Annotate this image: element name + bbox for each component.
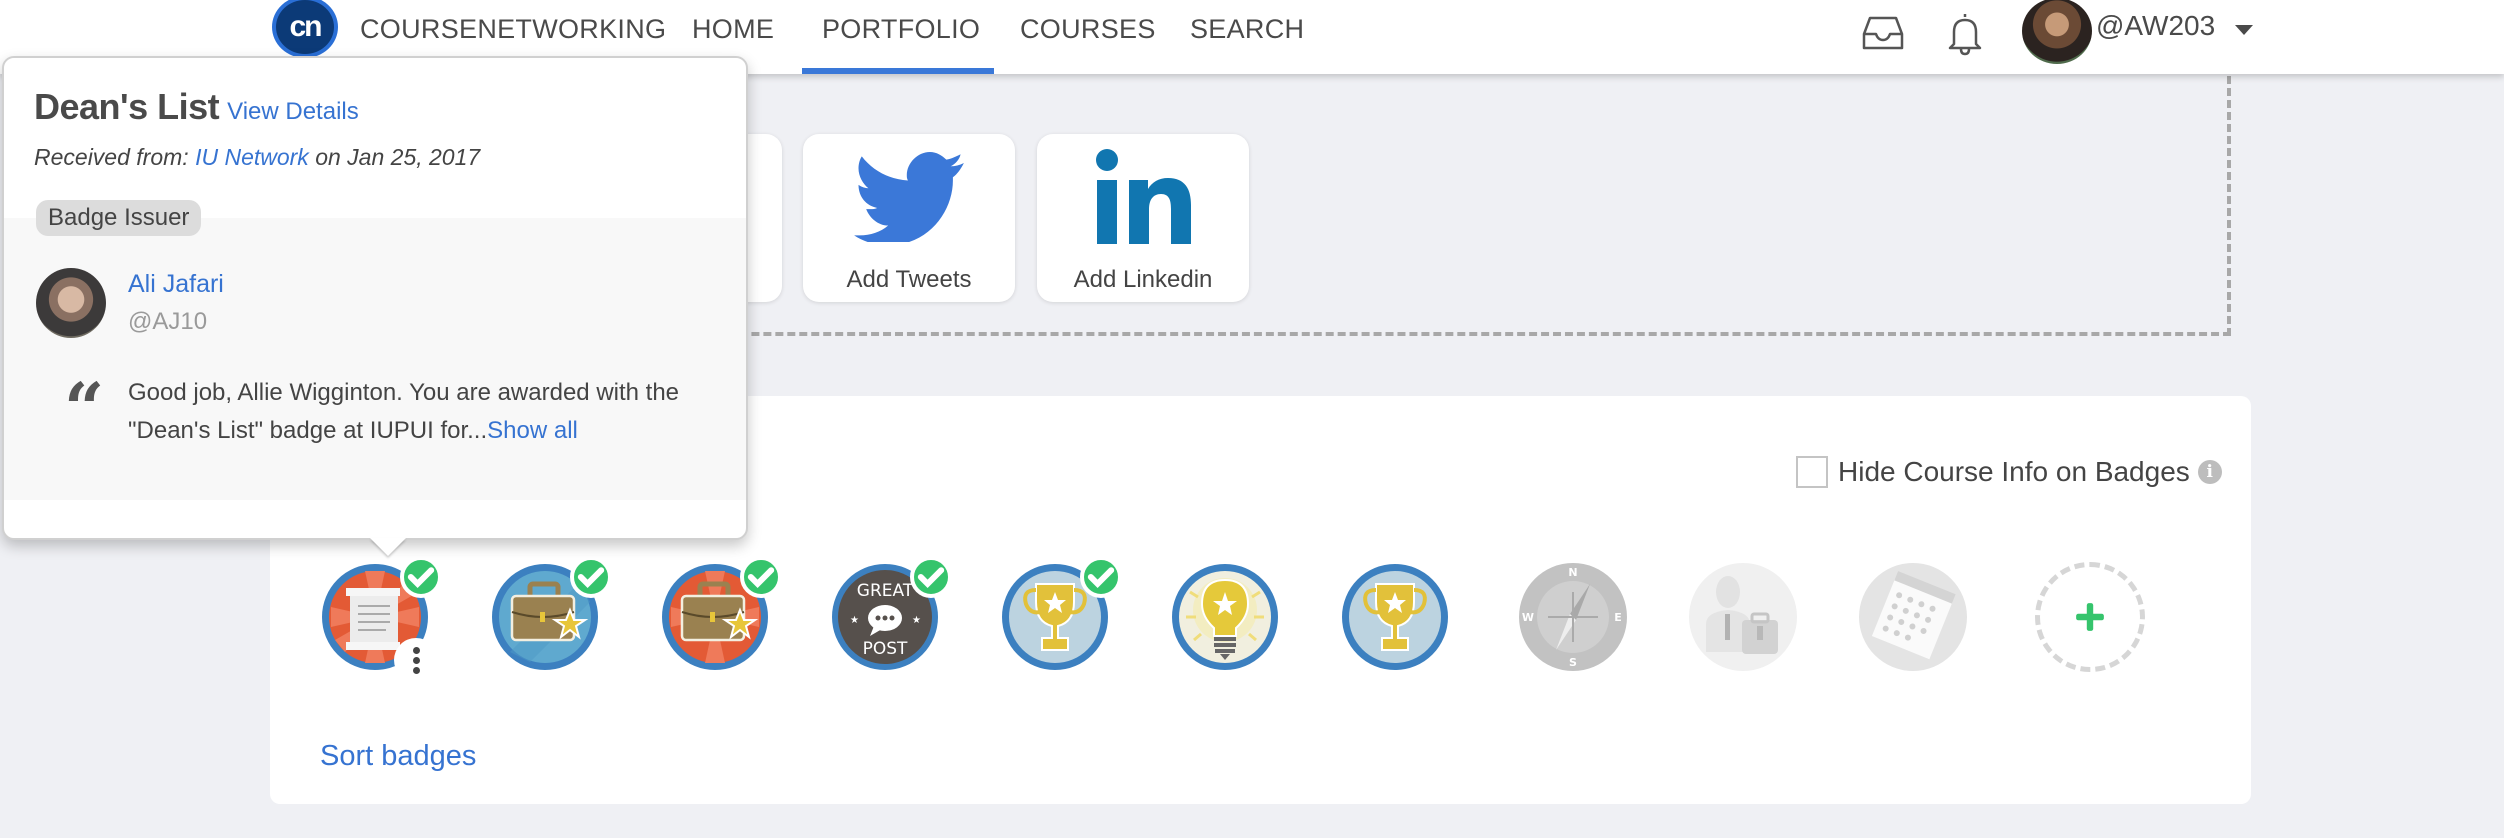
- add-tweets-label: Add Tweets: [846, 266, 972, 293]
- nav-portfolio[interactable]: PORTFOLIO: [822, 14, 980, 45]
- username[interactable]: @AW203: [2096, 10, 2215, 42]
- earned-check-icon: [400, 556, 442, 598]
- user-menu-caret-icon[interactable]: [2235, 25, 2253, 35]
- badge-professional-locked[interactable]: [1688, 562, 1798, 672]
- badge-deans-list[interactable]: [320, 556, 442, 682]
- received-info: Received from: IU Network on Jan 25, 201…: [34, 144, 480, 171]
- compass-badge-icon: N E S W: [1519, 563, 1627, 671]
- twitter-icon: [854, 152, 964, 242]
- compass-e: E: [1614, 611, 1622, 624]
- earned-check-icon: [910, 556, 952, 598]
- add-linkedin-tile[interactable]: Add Linkedin: [1037, 134, 1249, 302]
- earned-check-icon: [570, 556, 612, 598]
- add-linkedin-label: Add Linkedin: [1073, 266, 1213, 293]
- issuer-handle: @AJ10: [128, 308, 208, 335]
- lightbulb-badge-icon: [1172, 564, 1278, 670]
- nav-courses[interactable]: COURSES: [1020, 14, 1156, 45]
- add-badge-button[interactable]: [2035, 562, 2145, 672]
- award-message-text: Good job, Allie Wigginton. You are award…: [128, 379, 680, 444]
- badge-calendar-locked[interactable]: [1858, 562, 1968, 672]
- great-text: GREAT: [857, 581, 914, 601]
- svg-text:★: ★: [850, 615, 859, 626]
- compass-w: W: [1522, 611, 1534, 624]
- badge-idea[interactable]: [1170, 562, 1280, 672]
- badge-issuer-tag: Badge Issuer: [36, 200, 202, 236]
- earned-check-icon: [740, 556, 782, 598]
- hide-course-info-toggle[interactable]: Hide Course Info on Badges i: [1796, 456, 2222, 488]
- linkedin-icon: [1096, 149, 1191, 244]
- received-date: on Jan 25, 2017: [308, 144, 481, 170]
- sort-badges-link[interactable]: Sort badges: [320, 740, 476, 773]
- award-message: Good job, Allie Wigginton. You are award…: [128, 374, 708, 450]
- plus-icon: [2076, 603, 2104, 631]
- user-avatar[interactable]: [2022, 0, 2092, 64]
- inbox-icon[interactable]: [1858, 8, 1908, 58]
- nav-coursenetworking[interactable]: COURSENETWORKING: [360, 14, 666, 45]
- hide-course-info-checkbox[interactable]: [1796, 456, 1828, 488]
- popover-body: [4, 218, 746, 500]
- active-tab-indicator: [802, 68, 994, 74]
- coursenetworking-logo[interactable]: cn: [272, 0, 338, 58]
- badge-compass-locked[interactable]: N E S W: [1518, 562, 1628, 672]
- bell-icon[interactable]: [1940, 8, 1990, 58]
- issuer-name-link[interactable]: Ali Jafari: [128, 270, 224, 299]
- badge-title: Dean's List: [34, 86, 220, 127]
- earned-check-icon: [1080, 556, 1122, 598]
- badge-trophy-earned[interactable]: [1000, 556, 1122, 672]
- person-briefcase-badge-icon: [1689, 563, 1797, 671]
- compass-s: S: [1569, 656, 1577, 669]
- badge-portfolio-blue[interactable]: [490, 556, 612, 672]
- info-icon[interactable]: i: [2197, 460, 2222, 484]
- trophy-badge-icon: [1342, 564, 1448, 670]
- badge-more-options-icon[interactable]: [394, 638, 438, 682]
- received-prefix: Received from:: [34, 144, 196, 170]
- badge-detail-popover: Dean's List View Details Received from: I…: [2, 56, 748, 540]
- issuer-network-link[interactable]: IU Network: [195, 144, 309, 170]
- popover-arrow: [370, 538, 406, 556]
- compass-n: N: [1568, 566, 1577, 579]
- calendar-badge-icon: [1859, 563, 1967, 671]
- logo-text: cn: [289, 10, 322, 43]
- popover-title: Dean's List View Details: [34, 86, 359, 128]
- quote-icon: “: [64, 367, 105, 450]
- badge-great-post[interactable]: GREAT POST ★ ★: [830, 556, 952, 672]
- badge-trophy[interactable]: [1340, 562, 1450, 672]
- issuer-avatar[interactable]: [36, 268, 106, 338]
- view-details-link[interactable]: View Details: [227, 98, 359, 125]
- nav-search[interactable]: SEARCH: [1190, 14, 1304, 45]
- add-tweets-tile[interactable]: Add Tweets: [803, 134, 1015, 302]
- hide-course-info-label: Hide Course Info on Badges: [1838, 456, 2190, 487]
- badge-portfolio-red[interactable]: [660, 556, 782, 672]
- show-all-link[interactable]: Show all: [487, 417, 578, 444]
- nav-home[interactable]: HOME: [692, 14, 774, 45]
- post-text: POST: [863, 639, 908, 659]
